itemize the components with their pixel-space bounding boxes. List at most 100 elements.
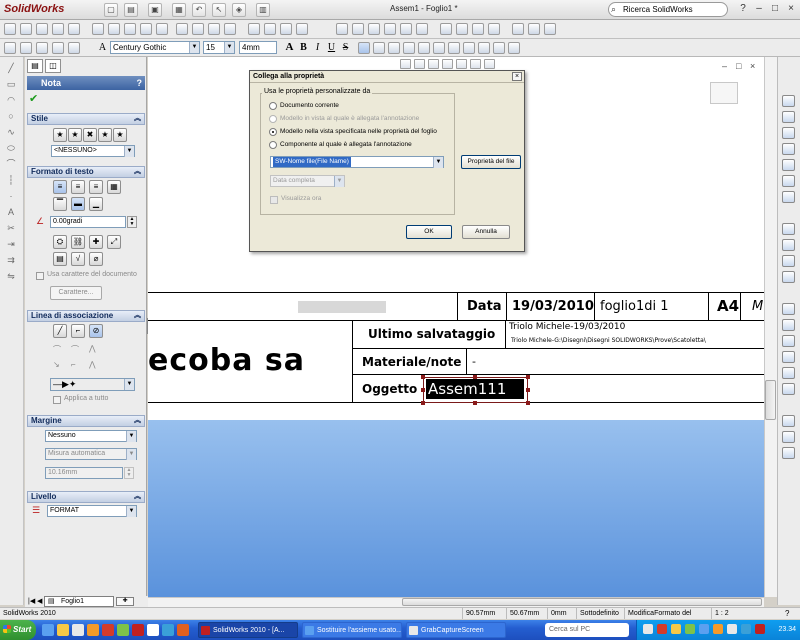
fillet-icon[interactable]: ⌒ [5,159,17,169]
align-right-icon[interactable] [388,42,400,54]
task-browser[interactable]: Sostituire l'assieme usato... [302,622,402,638]
select-button[interactable]: ↖ [212,3,226,17]
section-formato-header[interactable]: Formato di testo ︽ [27,166,145,178]
point-icon[interactable]: · [5,191,17,201]
line-style-icon[interactable] [52,42,64,54]
media-icon[interactable] [87,624,99,636]
vertical-scroll-thumb[interactable] [765,380,776,420]
valign-bottom-icon[interactable]: ▁ [89,197,103,211]
section-livello-header[interactable]: Livello ︽ [27,491,145,503]
design-library-icon[interactable] [782,111,795,123]
trim-icon[interactable] [440,23,452,35]
relations-icon[interactable] [512,23,524,35]
point-icon[interactable] [416,23,428,35]
dialog-close-button[interactable]: × [512,72,522,81]
datum-feature-icon[interactable] [208,23,220,35]
table-icon[interactable] [296,23,308,35]
tray-icon[interactable] [643,624,653,634]
show-time-checkbox[interactable] [270,196,278,204]
radio-model-sheet-view[interactable] [269,128,277,136]
balloon-icon[interactable] [108,23,120,35]
weld-symbol-icon[interactable] [156,23,168,35]
symbol-icon[interactable] [478,42,490,54]
tray-icon[interactable] [713,624,723,634]
rebuild-button[interactable]: ◈ [232,3,246,17]
hide-show-icon[interactable] [68,42,80,54]
help-button[interactable]: ? [736,3,750,16]
move-entities-icon[interactable] [488,23,500,35]
add-sheet-icon[interactable]: ✚ [116,597,134,606]
app-logo[interactable]: SolidWorks [4,3,64,15]
indent-icon[interactable] [448,42,460,54]
offset-icon[interactable]: ⇉ [5,255,17,265]
circle-icon[interactable]: ○ [5,111,17,121]
auto-balloon-icon[interactable] [124,23,136,35]
desktop-search-input[interactable]: Cerca sul PC [545,623,629,637]
stack-icon[interactable] [493,42,505,54]
tray-icon[interactable] [755,624,765,634]
outdent-icon[interactable] [463,42,475,54]
arc-icon[interactable]: ◠ [5,95,17,105]
link-property-icon[interactable]: ⛭ [53,235,67,249]
close-button[interactable]: × [784,3,798,16]
note-icon[interactable] [782,415,795,427]
first-sheet-icon[interactable]: |◀ [28,597,35,605]
delete-style-icon[interactable]: ✖ [83,128,97,142]
leader-auto-icon[interactable]: ╱ [53,324,67,338]
section-view-icon[interactable] [442,59,453,69]
rectangle-icon[interactable] [352,23,364,35]
file-properties-button[interactable]: Proprietà del file [461,155,521,169]
geometric-tolerance-icon[interactable]: ▤ [53,252,67,266]
centerline-icon[interactable]: ┆ [5,175,17,185]
sketch-arc-icon[interactable] [782,255,795,267]
radio-model-annotation-view[interactable] [269,115,277,123]
border-icon[interactable] [508,42,520,54]
selection-handle[interactable] [421,388,425,392]
confirmation-corner-icon[interactable] [710,82,738,104]
trim-entities-icon[interactable] [782,335,795,347]
move-entities-icon[interactable] [782,383,795,395]
trim-icon[interactable]: ✂ [5,223,17,233]
format-painter-icon[interactable] [52,23,64,35]
start-button[interactable]: Start [0,620,36,640]
center-mark-icon[interactable] [280,23,292,35]
sketch-circle-icon[interactable] [782,239,795,251]
text-align-center-icon[interactable]: ≡ [71,180,85,194]
layer-properties-icon[interactable] [4,42,16,54]
help-icon[interactable]: ? [137,76,143,90]
section-linea-header[interactable]: Linea di associazione ︽ [27,310,145,322]
selection-handle[interactable] [526,388,530,392]
leader-left-icon[interactable]: ⌒ [53,344,61,355]
search-input[interactable]: ⌕ Ricerca SolidWorks [608,2,728,17]
text-justify-icon[interactable]: ▦ [107,180,121,194]
valign-middle-icon[interactable]: ▬ [71,197,85,211]
block-icon[interactable] [248,23,260,35]
prev-sheet-icon[interactable]: ◀ [37,597,42,605]
spline-icon[interactable]: ∿ [5,127,17,137]
circle-icon[interactable] [368,23,380,35]
offset-entities-icon[interactable] [782,351,795,363]
leader-multi-icon[interactable]: ⋀ [89,360,96,369]
apply-style-icon[interactable]: ★ [53,128,67,142]
line-icon[interactable] [336,23,348,35]
sketch-line-icon[interactable] [782,223,795,235]
doc-close-button[interactable]: × [750,61,762,71]
angle-input[interactable]: 0.00gradi [50,216,126,228]
custom-properties-icon[interactable] [782,191,795,203]
model-items-icon[interactable] [20,23,32,35]
app-icon[interactable] [162,624,174,636]
selection-handle[interactable] [421,401,425,405]
radio-component[interactable] [269,141,277,149]
save-button[interactable]: ▣ [148,3,162,17]
centerline-icon[interactable] [264,23,276,35]
section-stile-header[interactable]: Stile ︽ [27,113,145,125]
resources-icon[interactable] [782,95,795,107]
app-icon[interactable] [117,624,129,636]
open-button[interactable]: ▤ [124,3,138,17]
tray-icon[interactable] [685,624,695,634]
no-leader-icon[interactable]: ⊘ [89,324,103,338]
appearances-icon[interactable] [782,175,795,187]
status-help-icon[interactable]: ? [785,608,789,619]
selection-handle[interactable] [526,401,530,405]
layer-icon[interactable] [544,23,556,35]
